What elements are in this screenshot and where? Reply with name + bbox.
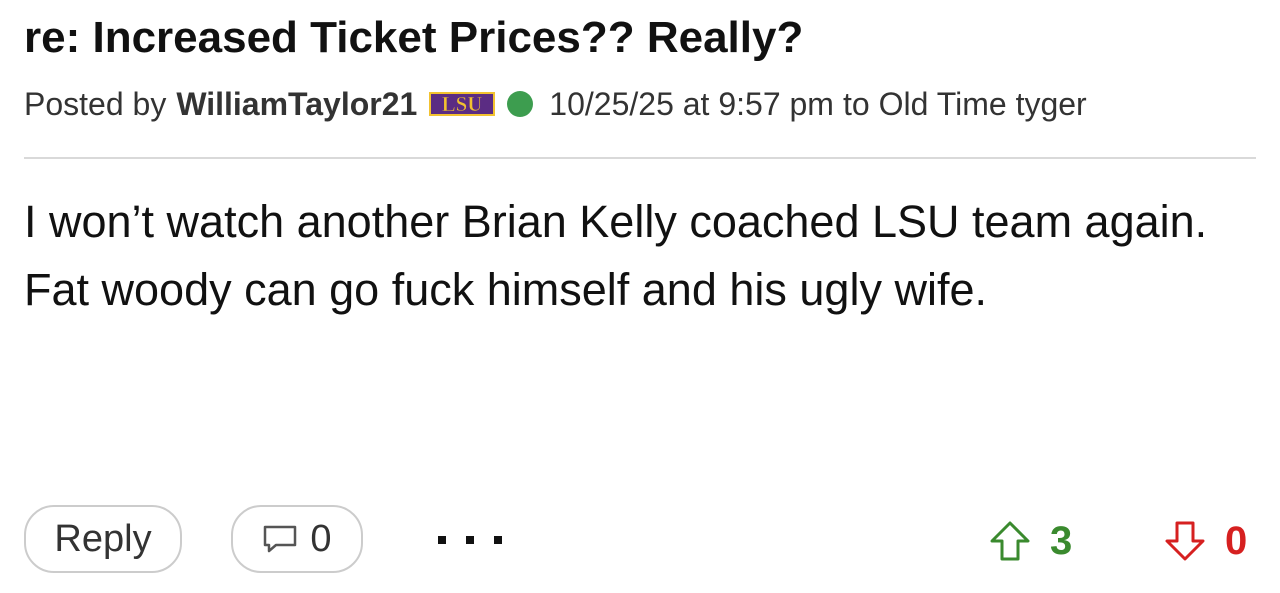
downvote-count: 0	[1225, 518, 1248, 563]
upvote-button[interactable]: 3	[988, 513, 1072, 569]
comment-count: 0	[310, 517, 332, 560]
team-logo-text: LSU	[442, 92, 483, 116]
arrow-up-icon	[990, 521, 1030, 561]
online-status-dot	[507, 91, 534, 117]
ellipsis-icon	[438, 536, 446, 544]
ellipsis-icon	[494, 536, 502, 544]
upvote-count: 3	[1050, 518, 1073, 563]
comment-bubble-icon	[262, 521, 298, 564]
post-actions: Reply 0 3 0	[24, 505, 1256, 577]
post-meta: Posted by WilliamTaylor21 LSU 10/25/25 a…	[24, 84, 1087, 124]
divider	[24, 157, 1256, 159]
ellipsis-icon	[466, 536, 474, 544]
forum-post: re: Increased Ticket Prices?? Really? Po…	[24, 0, 1256, 593]
reply-button[interactable]: Reply	[24, 505, 182, 573]
post-title: re: Increased Ticket Prices?? Really?	[24, 13, 804, 62]
to-label: to	[842, 85, 870, 122]
comment-count-button[interactable]: 0	[231, 505, 363, 573]
lsu-logo-icon: LSU	[429, 87, 496, 124]
post-body: I won’t watch another Brian Kelly coache…	[24, 196, 1208, 315]
recipient-link[interactable]: Old Time tyger	[879, 86, 1087, 123]
post-timestamp: 10/25/25 at 9:57 pm	[549, 85, 834, 122]
posted-by-label: Posted by	[24, 85, 167, 122]
author-link[interactable]: WilliamTaylor21	[176, 86, 417, 123]
downvote-button[interactable]: 0	[1163, 513, 1247, 569]
reply-label: Reply	[54, 517, 152, 560]
arrow-down-icon	[1165, 521, 1205, 561]
more-options-button[interactable]	[438, 525, 502, 555]
